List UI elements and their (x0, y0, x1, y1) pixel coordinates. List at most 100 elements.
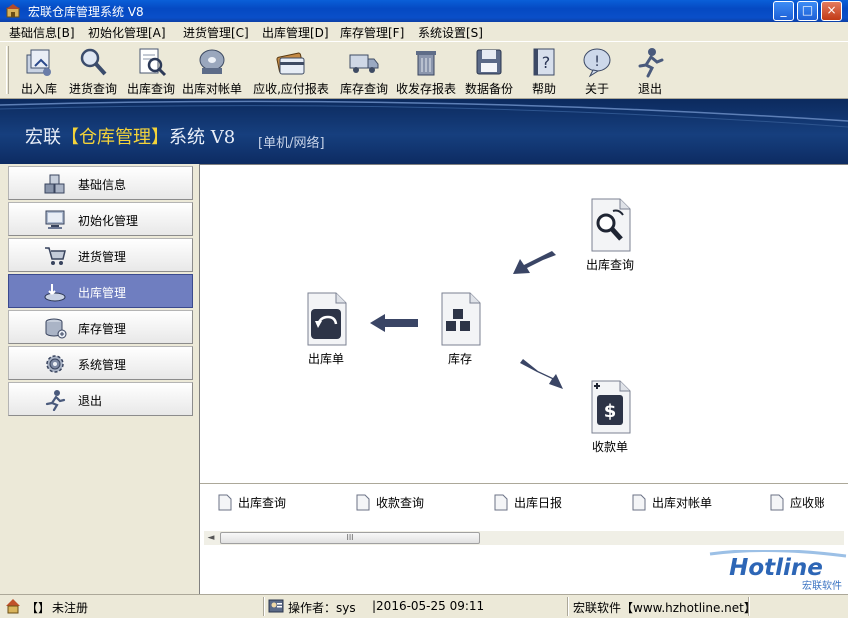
stack-boxes-icon (441, 292, 481, 346)
arrow-query-to-stock (513, 251, 556, 274)
truck-icon (349, 54, 379, 73)
svg-text:宏联软件: 宏联软件 (802, 579, 842, 592)
document-icon (356, 494, 370, 511)
menu-system-settings[interactable]: 系统设置[S] (418, 24, 483, 41)
quick-link-label: 出库对帐单 (652, 496, 713, 510)
sidebar-item-system-management[interactable]: 系统管理 (8, 346, 193, 380)
scrollbar-thumb[interactable]: III (220, 532, 480, 544)
sidebar-item-init-management[interactable]: 初始化管理 (8, 202, 193, 236)
toolbar-receivable-payable-button[interactable]: 应收,应付报表 (250, 46, 332, 98)
banner-title-highlight: 【仓库管理】 (61, 127, 169, 148)
quick-link-outbound-statement[interactable]: 出库对帐单 (632, 494, 712, 512)
quick-link-label: 收款查询 (376, 496, 425, 510)
quick-link-outbound-query[interactable]: 出库查询 (218, 494, 286, 512)
arrow-stock-to-order (370, 314, 418, 332)
card-icon (276, 52, 305, 75)
magnifier-icon (80, 48, 107, 76)
toolbar-outbound-statement-button[interactable]: 出库对帐单 (181, 46, 243, 98)
sidebar-item-label: 初始化管理 (78, 214, 139, 228)
sidebar-item-label: 库存管理 (78, 322, 127, 336)
status-datetime: |2016-05-25 09:11 (372, 599, 485, 613)
toolbar-in-out-button[interactable]: 出入库 (17, 46, 61, 98)
svg-text:$: $ (604, 401, 617, 422)
app-icon (6, 4, 20, 18)
status-separator (748, 597, 750, 616)
sidebar-item-outbound-management[interactable]: 出库管理 (8, 274, 193, 308)
hotline-logo-image: Hotline 宏联软件 (709, 548, 847, 592)
minimize-button[interactable]: _ (773, 1, 794, 21)
main-panel: 出库查询 出库单 库存 $ 收款单 出库查询 收款查询 出库日报 出库对帐单 应… (199, 164, 848, 595)
menu-purchase-management[interactable]: 进货管理[C] (183, 24, 249, 41)
running-man-icon (638, 48, 664, 78)
search-doc-icon (591, 198, 631, 252)
diagram-node-outbound-query[interactable]: 出库查询 (578, 197, 642, 273)
toolbar-outbound-query-button[interactable]: 出库查询 (124, 46, 178, 98)
banner-subtitle: [单机/网络] (258, 136, 325, 151)
toolbar-inventory-query-button[interactable]: 库存查询 (337, 46, 391, 98)
scroll-left-arrow-icon[interactable]: ◄ (206, 531, 216, 545)
horizontal-scrollbar[interactable]: ◄ III (204, 531, 844, 545)
status-separator (263, 597, 265, 616)
menu-basic-info[interactable]: 基础信息[B] (9, 24, 75, 41)
toolbar-exit-button[interactable]: 退出 (633, 46, 667, 98)
diagram-node-label: 库存 (447, 352, 472, 366)
quick-link-label: 出库查询 (238, 496, 287, 510)
document-icon (632, 494, 646, 511)
search-doc-icon (139, 48, 167, 77)
menu-init-management[interactable]: 初始化管理[A] (88, 24, 166, 41)
toolbar: 出入库 进货查询 出库查询 出库对帐单 应收,应付报表 库存查询 收发存报表 数… (0, 41, 848, 99)
monitor-icon (45, 210, 65, 229)
sidebar-item-label: 进货管理 (78, 250, 127, 264)
status-bar: 【】 未注册 操作者：sys |2016-05-25 09:11 宏联软件【ww… (0, 594, 848, 618)
document-icon (494, 494, 508, 511)
floppy-icon (476, 49, 502, 75)
toolbar-label: 退出 (637, 82, 662, 96)
menu-inventory-management[interactable]: 库存管理[F] (340, 24, 404, 41)
diagram-node-label: 收款单 (591, 440, 628, 454)
info-bubble-icon: ! (583, 48, 611, 78)
document-icon (770, 494, 784, 511)
toolbar-about-button[interactable]: ! 关于 (580, 46, 614, 98)
sidebar: 基础信息 初始化管理 进货管理 出库管理 库存管理 系统管理 退出 (0, 164, 198, 594)
svg-text:!: ! (594, 54, 600, 70)
diagram-node-outbound-order[interactable]: 出库单 (298, 291, 354, 367)
sidebar-item-label: 基础信息 (78, 178, 127, 192)
sidebar-item-purchase-management[interactable]: 进货管理 (8, 238, 193, 272)
maximize-button[interactable]: □ (797, 1, 818, 21)
toolbar-label: 关于 (584, 82, 609, 96)
running-man-icon (45, 390, 66, 411)
diagram-node-stock[interactable]: 库存 (432, 291, 488, 367)
sidebar-item-label: 系统管理 (78, 358, 127, 372)
workflow-diagram: 出库查询 出库单 库存 $ 收款单 (200, 165, 848, 483)
sidebar-item-inventory-management[interactable]: 库存管理 (8, 310, 193, 344)
sidebar-item-exit[interactable]: 退出 (8, 382, 193, 416)
header-banner: 宏联【仓库管理】系统 V8 [单机/网络] (0, 99, 848, 164)
toolbar-grip[interactable] (6, 46, 9, 94)
menu-outbound-management[interactable]: 出库管理[D] (262, 24, 329, 41)
quick-link-receivable[interactable]: 应收账 (770, 494, 824, 512)
toolbar-data-backup-button[interactable]: 数据备份 (462, 46, 516, 98)
quick-link-daily-report[interactable]: 出库日报 (494, 494, 562, 512)
toolbar-label: 收发存报表 (395, 82, 456, 96)
toolbar-purchase-query-button[interactable]: 进货查询 (66, 46, 120, 98)
help-book-icon: ? (533, 48, 555, 76)
disk-drive-icon (199, 49, 225, 74)
diagram-node-receipt[interactable]: $ 收款单 (582, 379, 638, 455)
toolbar-label: 出库对帐单 (181, 82, 242, 96)
close-button[interactable]: × (821, 1, 842, 21)
document-icon (218, 494, 232, 511)
quick-links-area: 出库查询 收款查询 出库日报 出库对帐单 应收账 ◄ III Hotline 宏… (200, 483, 848, 595)
quick-link-receipt-query[interactable]: 收款查询 (356, 494, 424, 512)
toolbar-stock-report-button[interactable]: 收发存报表 (394, 46, 458, 98)
company-info: 宏联软件【www.hzhotline.net】 (573, 601, 756, 615)
toolbar-label: 进货查询 (68, 82, 117, 96)
svg-text:Hotline: Hotline (729, 555, 823, 581)
toolbar-label: 应收,应付报表 (253, 82, 329, 96)
sidebar-item-basic-info[interactable]: 基础信息 (8, 166, 193, 200)
toolbar-help-button[interactable]: ? 帮助 (527, 46, 561, 98)
window-title: 宏联仓库管理系统 V8 (28, 5, 144, 19)
operator-icon (268, 599, 284, 613)
in-out-icon (26, 49, 51, 76)
title-bar: 宏联仓库管理系统 V8 _ □ × (0, 0, 848, 22)
toolbar-label: 库存查询 (339, 82, 388, 96)
